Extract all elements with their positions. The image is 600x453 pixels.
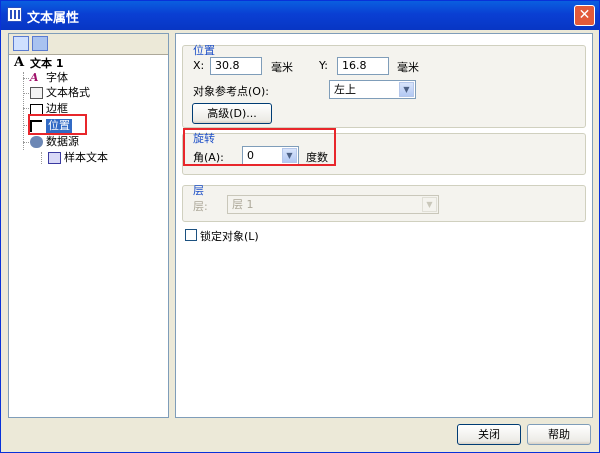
lock-object-checkbox[interactable] xyxy=(185,229,197,241)
font-icon: A xyxy=(30,71,39,84)
y-unit: 毫米 xyxy=(397,61,419,74)
close-button[interactable]: 关闭 xyxy=(457,424,521,445)
window-title: 文本属性 xyxy=(27,11,80,26)
tree-panel: A 文本 1 A 字体 文本格式 边框 位置 数据源 样本文本 xyxy=(8,33,169,418)
position-group-title: 位置 xyxy=(193,44,215,57)
help-button[interactable]: 帮助 xyxy=(527,424,591,445)
x-input[interactable]: 30.8 xyxy=(210,57,262,75)
layer-group-title: 层 xyxy=(193,184,204,197)
title-bar[interactable]: 文本属性 ✕ xyxy=(1,1,599,30)
highlight-rotation-group xyxy=(183,128,336,166)
y-label: Y: xyxy=(319,59,328,72)
layer-select[interactable]: 层 1 ▼ xyxy=(227,195,439,214)
x-unit: 毫米 xyxy=(271,61,293,74)
highlight-position-item xyxy=(28,114,87,135)
lock-object-label[interactable]: 锁定对象(L) xyxy=(200,228,259,244)
sample-text-icon xyxy=(48,152,61,164)
advanced-button[interactable]: 高级(D)... xyxy=(192,103,272,124)
app-icon xyxy=(7,7,22,22)
y-input[interactable]: 16.8 xyxy=(337,57,389,75)
layer-label: 层: xyxy=(193,200,208,213)
copy-icon[interactable] xyxy=(32,36,48,51)
text-a-icon: A xyxy=(14,55,25,70)
close-window-button[interactable]: ✕ xyxy=(574,5,595,26)
chevron-down-icon[interactable]: ▼ xyxy=(399,82,414,97)
expand-all-icon[interactable] xyxy=(13,36,29,51)
data-source-icon xyxy=(30,136,43,148)
x-label: X: xyxy=(193,59,205,72)
text-format-icon xyxy=(30,87,43,99)
chevron-down-icon: ▼ xyxy=(422,197,437,212)
content-panel: 位置 X: 30.8 毫米 Y: 16.8 毫米 对象参考点(O): 左上 ▼ … xyxy=(175,33,593,418)
reference-point-select[interactable]: 左上 ▼ xyxy=(329,80,416,99)
position-group: 位置 X: 30.8 毫米 Y: 16.8 毫米 对象参考点(O): 左上 ▼ … xyxy=(182,44,586,128)
properties-dialog: 文本属性 ✕ A 文本 1 A 字体 文本格式 边框 位置 数据源 样本文本 位… xyxy=(0,0,600,453)
reference-point-label: 对象参考点(O): xyxy=(193,85,269,98)
layer-group: 层 层: 层 1 ▼ xyxy=(182,184,586,222)
tree-toolbar xyxy=(9,34,168,55)
